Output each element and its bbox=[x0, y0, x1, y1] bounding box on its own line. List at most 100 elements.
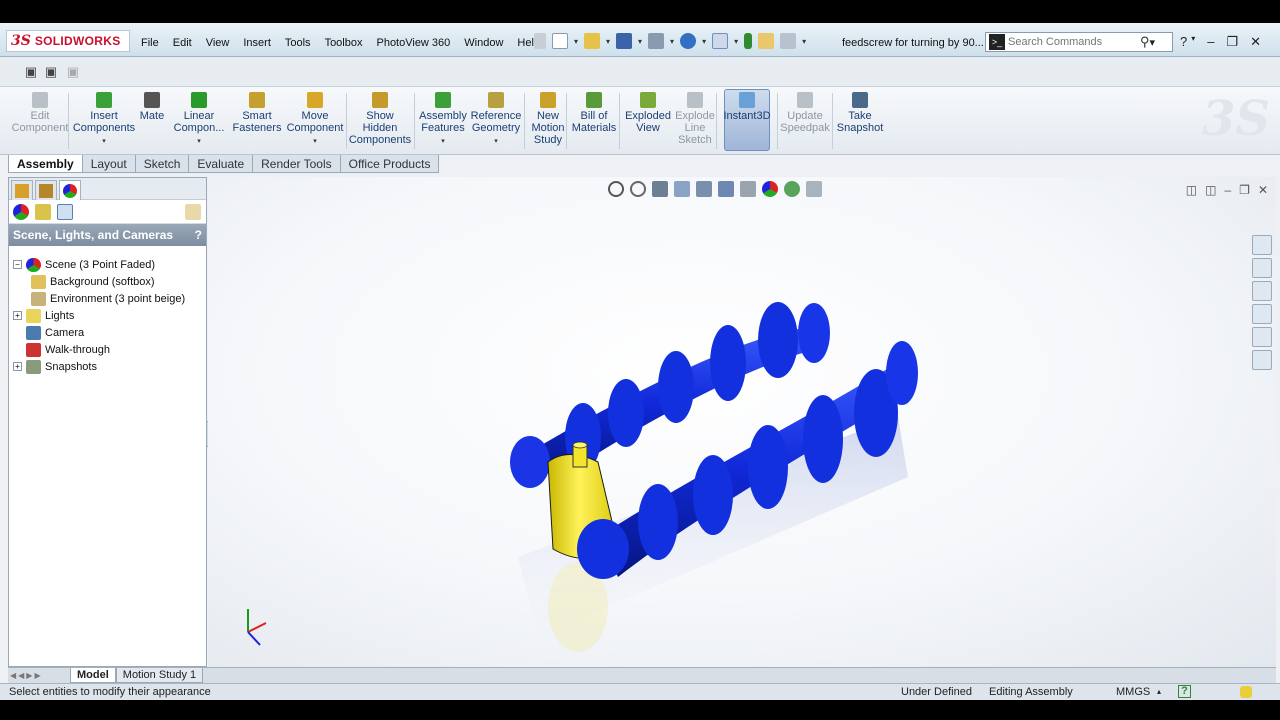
menu-window[interactable]: Window bbox=[457, 37, 510, 49]
select-arrow-icon[interactable] bbox=[712, 33, 729, 49]
cmd-insert-components-button[interactable]: Insert Components ▾ bbox=[73, 92, 135, 148]
print-dropdown-icon[interactable]: ▾ bbox=[670, 37, 674, 46]
options-dropdown-icon[interactable]: ▾ bbox=[802, 37, 806, 46]
custom-properties-icon[interactable] bbox=[1252, 350, 1272, 370]
menu-edit[interactable]: Edit bbox=[166, 37, 199, 49]
feature-manager-tab-icon[interactable] bbox=[11, 180, 33, 200]
property-manager-tab-icon[interactable] bbox=[35, 180, 57, 200]
cmd-assembly-features-button[interactable]: Assembly Features ▾ bbox=[419, 92, 467, 148]
unit-system-dropdown-icon[interactable]: ▴ bbox=[1157, 684, 1161, 700]
cmd-exploded-view-button[interactable]: Exploded View bbox=[625, 92, 671, 134]
tab-motion-study-1[interactable]: Motion Study 1 bbox=[115, 668, 204, 683]
cmd-explode-line-button[interactable]: Explode Line Sketch bbox=[675, 92, 715, 146]
help-dropdown-icon[interactable]: ▾ bbox=[1191, 34, 1195, 50]
rebuild-status-icon[interactable] bbox=[1240, 686, 1252, 698]
menu-photoview[interactable]: PhotoView 360 bbox=[369, 37, 457, 49]
appearances-icon[interactable] bbox=[13, 204, 29, 220]
decals-icon[interactable] bbox=[35, 204, 51, 220]
design-library-icon[interactable] bbox=[1252, 258, 1272, 278]
menu-view[interactable]: View bbox=[199, 37, 237, 49]
tab-layout[interactable]: Layout bbox=[81, 155, 136, 173]
tab-sketch[interactable]: Sketch bbox=[134, 155, 190, 173]
appearances-scenes-icon[interactable] bbox=[1252, 327, 1272, 347]
tree-item[interactable]: + Lights bbox=[9, 307, 206, 324]
cmd-instant3d-button[interactable]: Instant3D bbox=[723, 89, 771, 151]
undo-dropdown-icon[interactable]: ▾ bbox=[702, 37, 706, 46]
solidworks-resources-icon[interactable] bbox=[1252, 235, 1272, 255]
cmd-reference-geometry-button[interactable]: Reference Geometry ▾ bbox=[471, 92, 521, 148]
cmd-dropdown-icon[interactable]: ▾ bbox=[441, 136, 445, 148]
search-icon[interactable]: ⚲ bbox=[1140, 34, 1150, 50]
cmd-smart-fasteners-button[interactable]: Smart Fasteners bbox=[233, 92, 281, 134]
file-properties-icon[interactable] bbox=[758, 33, 775, 49]
file-explorer-icon[interactable] bbox=[1252, 281, 1272, 301]
new-document-icon[interactable] bbox=[552, 33, 568, 49]
cmd-speedpak-button[interactable]: Update Speedpak bbox=[780, 92, 830, 134]
undo-icon[interactable] bbox=[680, 33, 697, 49]
restore-icon[interactable]: ❐ bbox=[1226, 34, 1238, 50]
save-icon[interactable] bbox=[616, 33, 633, 49]
cmd-show-hidden-button[interactable]: Show Hidden Components bbox=[349, 92, 411, 146]
collapse-icon[interactable]: − bbox=[13, 260, 22, 269]
unit-system[interactable]: MMGS bbox=[1116, 684, 1150, 700]
viewport-close-icon[interactable]: ✕ bbox=[1258, 183, 1268, 197]
cmd-bom-button[interactable]: Bill of Materials bbox=[572, 92, 616, 134]
tree-item[interactable]: Background (softbox) bbox=[9, 273, 206, 290]
tab-scroll-arrows-icon[interactable]: ◀◀▶▶ bbox=[8, 671, 70, 680]
open-folder-icon[interactable] bbox=[584, 33, 601, 49]
solidworks-logo[interactable]: 3S SOLIDWORKS bbox=[6, 30, 130, 52]
tab-model[interactable]: Model bbox=[70, 668, 116, 683]
save-dropdown-icon[interactable]: ▾ bbox=[638, 37, 642, 46]
panel-help-icon[interactable]: ? bbox=[195, 224, 202, 246]
camera-icon[interactable]: ▣ bbox=[22, 63, 40, 81]
expand-icon[interactable]: + bbox=[13, 311, 22, 320]
cmd-mate-button[interactable]: Mate bbox=[140, 92, 164, 122]
minimize-icon[interactable]: – bbox=[1207, 34, 1214, 50]
tree-item[interactable]: − Scene (3 Point Faded) bbox=[9, 256, 206, 273]
search-dropdown-icon[interactable]: ▾ bbox=[1150, 36, 1156, 49]
tab-assembly[interactable]: Assembly bbox=[8, 155, 83, 173]
command-tabs: Assembly Layout Sketch Evaluate Render T… bbox=[8, 155, 440, 173]
open-dropdown-icon[interactable]: ▾ bbox=[606, 37, 610, 46]
cmd-dropdown-icon[interactable]: ▾ bbox=[494, 136, 498, 148]
cmd-linear-pattern-button[interactable]: Linear Compon... ▾ bbox=[174, 92, 224, 148]
display-pane-options-icon[interactable] bbox=[185, 204, 201, 220]
cmd-motion-study-button[interactable]: New Motion Study bbox=[531, 92, 565, 146]
cmd-edit-component-button[interactable]: Edit Component bbox=[12, 92, 68, 134]
close-icon[interactable]: ✕ bbox=[1250, 34, 1261, 50]
select-dropdown-icon[interactable]: ▾ bbox=[734, 37, 738, 46]
menu-tools[interactable]: Tools bbox=[278, 37, 318, 49]
menu-toolbox[interactable]: Toolbox bbox=[318, 37, 370, 49]
cmd-dropdown-icon[interactable]: ▾ bbox=[102, 136, 106, 148]
menu-insert[interactable]: Insert bbox=[236, 37, 278, 49]
tree-item[interactable]: + Snapshots bbox=[9, 358, 206, 375]
view-palette-icon[interactable] bbox=[1252, 304, 1272, 324]
tab-render-tools[interactable]: Render Tools bbox=[252, 155, 341, 173]
graphics-area[interactable]: ◫ ◫ – ❐ ✕ bbox=[208, 177, 1276, 667]
new-dropdown-icon[interactable]: ▾ bbox=[574, 37, 578, 46]
scene-lights-cameras-icon[interactable] bbox=[57, 204, 73, 220]
cmd-dropdown-icon[interactable]: ▾ bbox=[197, 136, 201, 148]
pin-icon[interactable] bbox=[534, 33, 546, 49]
search-commands[interactable]: >_ ⚲ ▾ bbox=[985, 32, 1173, 52]
display-manager-tab-icon[interactable] bbox=[59, 180, 81, 200]
tree-item[interactable]: Walk-through bbox=[9, 341, 206, 358]
search-input[interactable] bbox=[1008, 36, 1138, 48]
render-preview-icon[interactable]: ▣ bbox=[64, 63, 82, 81]
cmd-snapshot-button[interactable]: Take Snapshot bbox=[837, 92, 883, 134]
expand-icon[interactable]: + bbox=[13, 362, 22, 371]
assembly-model[interactable] bbox=[208, 177, 1248, 667]
cmd-move-component-button[interactable]: Move Component ▾ bbox=[287, 92, 343, 148]
tree-item[interactable]: Camera bbox=[9, 324, 206, 341]
help-icon[interactable]: ? bbox=[1180, 34, 1187, 50]
cmd-dropdown-icon[interactable]: ▾ bbox=[313, 136, 317, 148]
tab-evaluate[interactable]: Evaluate bbox=[188, 155, 254, 173]
status-help-icon[interactable]: ? bbox=[1178, 685, 1191, 698]
options-icon[interactable] bbox=[780, 33, 797, 49]
render-icon[interactable]: ▣ bbox=[42, 63, 60, 81]
tab-office-products[interactable]: Office Products bbox=[339, 155, 440, 173]
tree-item[interactable]: Environment (3 point beige) bbox=[9, 290, 206, 307]
print-icon[interactable] bbox=[648, 33, 665, 49]
menu-file[interactable]: File bbox=[134, 37, 166, 49]
rebuild-icon[interactable] bbox=[744, 33, 753, 49]
